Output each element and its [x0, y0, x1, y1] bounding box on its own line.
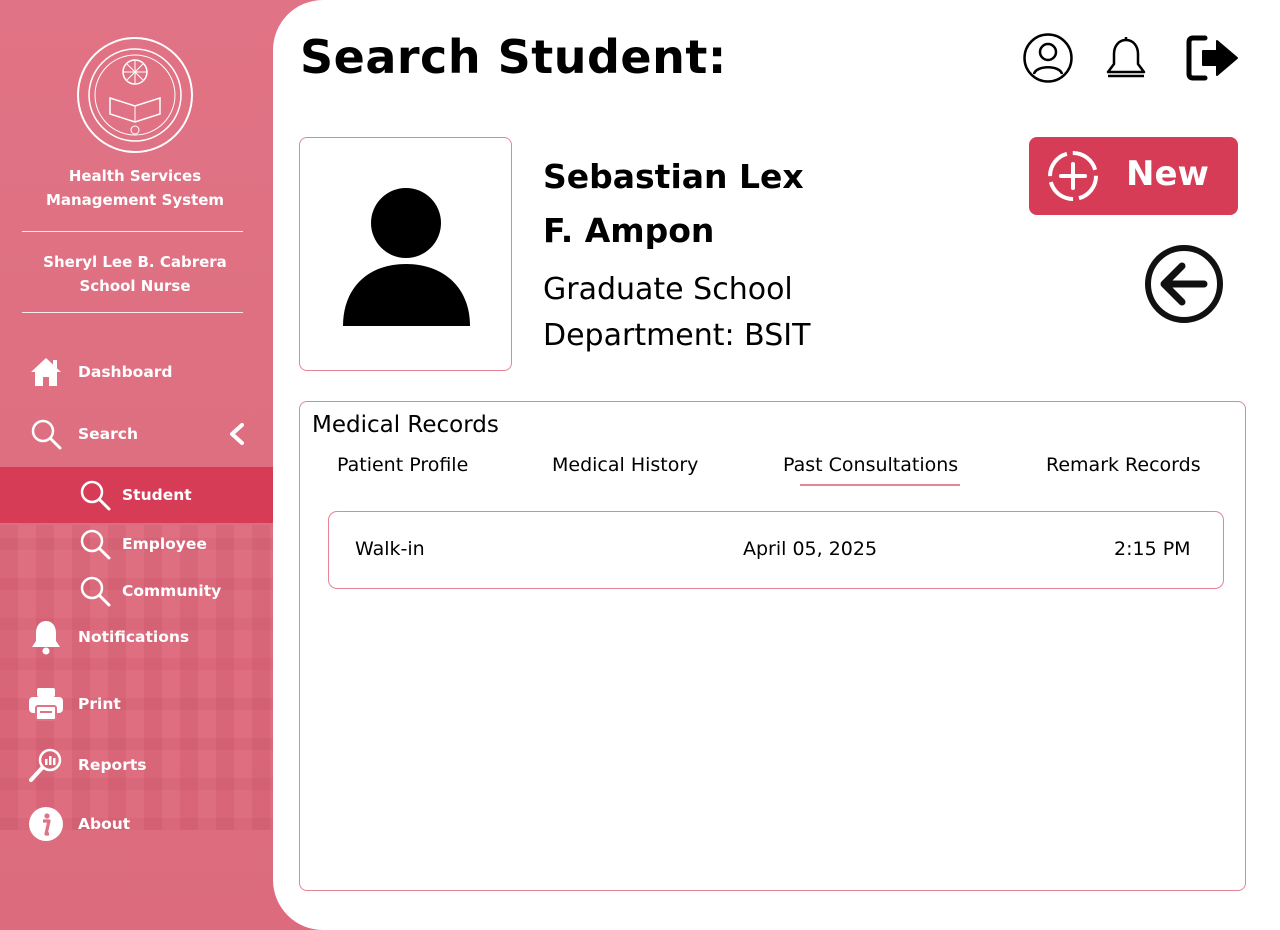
new-record-button[interactable]: New	[1029, 137, 1238, 215]
main-panel: Search Student: Sebastian Lex F. Ampon G…	[273, 0, 1280, 930]
sidebar-item-label: Search	[78, 425, 139, 443]
sidebar: Health Services Management System Sheryl…	[0, 0, 320, 930]
tab-remark-records[interactable]: Remark Records	[1046, 454, 1201, 476]
sidebar-item-label: Print	[78, 695, 121, 713]
logout-icon[interactable]	[1185, 34, 1241, 82]
profile-photo	[299, 137, 512, 371]
consultation-date: April 05, 2025	[743, 538, 878, 560]
student-department: Department: BSIT	[543, 318, 811, 353]
sidebar-item-label: Reports	[78, 756, 147, 774]
sidebar-item-about[interactable]: About	[0, 798, 273, 850]
user-avatar-icon	[343, 188, 470, 326]
bell-icon[interactable]	[1104, 36, 1148, 82]
student-name-line1: Sebastian Lex	[543, 157, 804, 196]
medical-records-panel: Medical Records Patient Profile Medical …	[299, 401, 1246, 891]
user-profile-icon[interactable]	[1022, 32, 1074, 84]
printer-icon	[28, 686, 64, 722]
student-school: Graduate School	[543, 272, 793, 307]
sidebar-item-community[interactable]: Community	[0, 565, 273, 617]
sidebar-item-student[interactable]: Student	[0, 467, 273, 523]
sidebar-item-label: Dashboard	[78, 363, 173, 381]
page-title: Search Student:	[300, 30, 727, 84]
app-name: Health Services Management System	[0, 164, 270, 212]
student-name-line2: F. Ampon	[543, 211, 715, 250]
chevron-left-icon[interactable]	[226, 422, 248, 446]
tab-medical-history[interactable]: Medical History	[552, 454, 698, 476]
back-arrow-icon[interactable]	[1144, 244, 1224, 324]
search-icon	[28, 416, 64, 452]
divider	[22, 231, 243, 232]
search-icon	[77, 477, 113, 513]
info-icon	[28, 806, 64, 842]
sidebar-item-label: Employee	[122, 535, 207, 553]
divider	[22, 312, 243, 313]
reports-icon	[28, 747, 64, 783]
search-icon	[77, 573, 113, 609]
sidebar-item-dashboard[interactable]: Dashboard	[0, 346, 273, 398]
app-name-line2: Management System	[45, 191, 225, 209]
consultation-type: Walk-in	[355, 538, 425, 560]
search-icon	[77, 526, 113, 562]
sidebar-item-label: Community	[122, 582, 222, 600]
user-role: School Nurse	[79, 277, 191, 295]
sidebar-item-reports[interactable]: Reports	[0, 739, 273, 791]
sidebar-item-label: Student	[122, 486, 192, 504]
consultation-row[interactable]: Walk-in April 05, 2025 2:15 PM	[328, 511, 1224, 589]
tab-past-consultations[interactable]: Past Consultations	[783, 454, 958, 476]
sidebar-item-label: About	[78, 815, 131, 833]
consultation-time: 2:15 PM	[1114, 538, 1191, 560]
user-name: Sheryl Lee B. Cabrera	[43, 253, 227, 271]
bell-icon	[28, 619, 64, 655]
sidebar-item-label: Notifications	[78, 628, 190, 646]
add-circle-icon	[1048, 151, 1098, 201]
new-record-label: New	[1126, 154, 1209, 194]
user-info: Sheryl Lee B. Cabrera School Nurse	[0, 250, 270, 298]
medical-records-title: Medical Records	[312, 412, 499, 438]
sidebar-item-print[interactable]: Print	[0, 678, 273, 730]
app-name-line1: Health Services	[68, 167, 202, 185]
home-icon	[28, 354, 64, 390]
active-tab-indicator	[800, 484, 960, 486]
sidebar-item-search[interactable]: Search	[0, 408, 273, 460]
tab-patient-profile[interactable]: Patient Profile	[337, 454, 468, 476]
university-seal-logo	[77, 37, 193, 153]
sidebar-item-employee[interactable]: Employee	[0, 518, 273, 570]
sidebar-item-notifications[interactable]: Notifications	[0, 611, 273, 663]
